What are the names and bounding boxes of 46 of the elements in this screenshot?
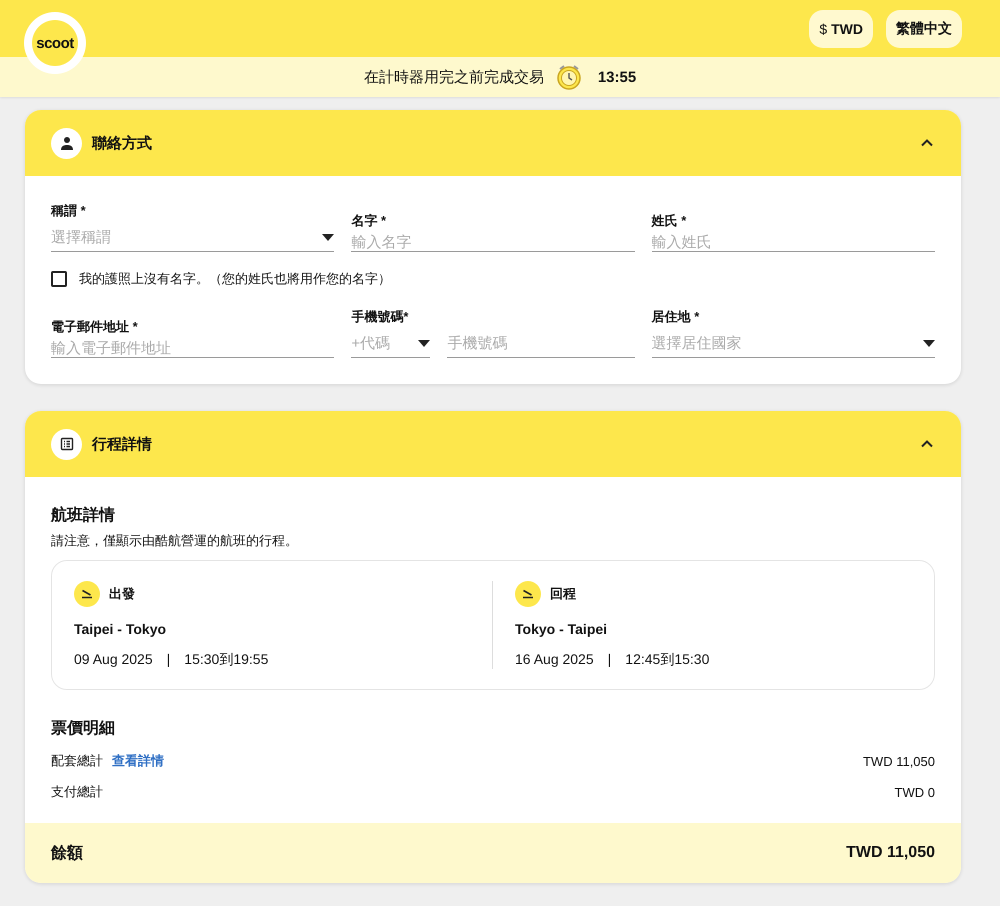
flight-time: 15:30到19:55	[184, 651, 268, 669]
field-label: 手機號碼*	[351, 308, 410, 326]
input-field[interactable]: 輸入電子郵件地址	[51, 340, 334, 358]
field-label: 電子郵件地址 *	[51, 318, 139, 336]
timer-time: 13:55	[598, 68, 636, 86]
separator: |	[608, 651, 612, 669]
checkbox[interactable]	[51, 271, 67, 287]
dropdown-caret-icon[interactable]	[418, 340, 430, 347]
dropdown-caret-icon[interactable]	[922, 340, 935, 347]
language-button[interactable]: 繁體中文	[886, 10, 962, 48]
fare-label: 支付總計	[51, 783, 103, 801]
fare-title: 票價明細	[51, 719, 116, 739]
flight-date: 16 Aug 2025	[515, 651, 594, 669]
separator: |	[166, 651, 170, 669]
direction-label: 出發	[109, 585, 135, 603]
plane-icon	[74, 581, 100, 607]
section-title: 行程詳情	[92, 434, 153, 454]
field-label: 姓氏 *	[652, 212, 688, 230]
flight-route: Tokyo - Taipei	[515, 621, 608, 637]
plane-icon	[515, 581, 541, 607]
direction-label: 回程	[550, 585, 576, 603]
flight-note: 請注意，僅顯示由酷航營運的航班的行程。	[51, 532, 299, 550]
fare-label: 配套總計	[51, 752, 103, 770]
checkbox-label: 我的護照上沒有名字。（您的姓氏也將用作您的名字）	[79, 270, 391, 288]
person-icon	[51, 128, 82, 158]
timer-message: 在計時器用完之前完成交易	[364, 68, 544, 86]
flight-date: 09 Aug 2025	[74, 651, 153, 669]
dropdown-caret-icon[interactable]	[322, 234, 334, 241]
input-field[interactable]: 輸入姓氏	[652, 234, 935, 252]
details-link[interactable]: 查看詳情	[112, 752, 164, 770]
field-label: 稱謂 *	[51, 202, 87, 220]
flight-route: Taipei - Tokyo	[74, 621, 168, 637]
phone-input-field[interactable]: 手機號碼	[447, 330, 635, 358]
field-label: 名字 *	[351, 212, 387, 230]
flight-time: 12:45到15:30	[625, 651, 710, 669]
currency-button[interactable]: $ TWD	[809, 10, 873, 48]
balance-amount: TWD 11,050	[846, 844, 935, 862]
list-icon	[51, 428, 82, 460]
logo[interactable]: scoot	[24, 12, 86, 74]
fare-amount: TWD 11,050	[862, 754, 935, 768]
flight-details-title: 航班詳情	[51, 505, 116, 526]
input-field[interactable]: 輸入名字	[351, 234, 635, 252]
section-title: 聯絡方式	[92, 134, 153, 152]
balance-label: 餘額	[51, 843, 83, 864]
fare-amount: TWD 0	[894, 784, 935, 800]
field-label: 居住地 *	[652, 308, 700, 326]
